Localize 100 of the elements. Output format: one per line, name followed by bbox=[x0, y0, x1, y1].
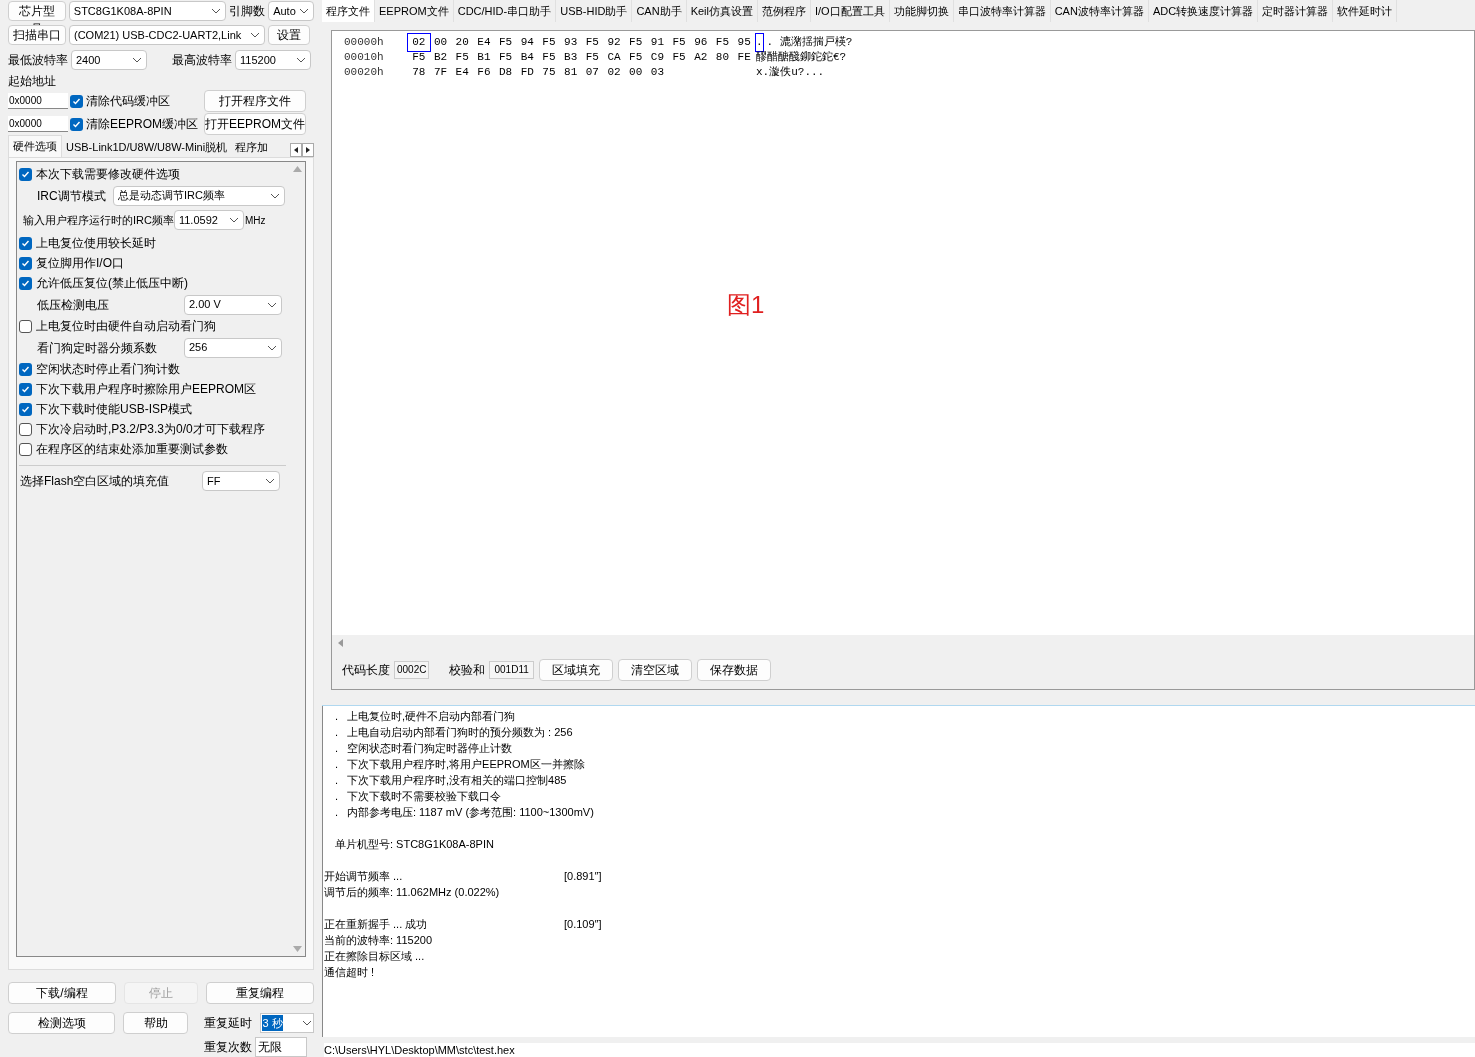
button[interactable]: 检测选项 bbox=[8, 1012, 116, 1034]
checkbox[interactable] bbox=[19, 402, 32, 416]
hex-byte[interactable]: F6 bbox=[473, 64, 495, 81]
hex-byte[interactable]: B1 bbox=[473, 49, 495, 66]
hex-byte[interactable]: 07 bbox=[581, 64, 604, 81]
checksum-value: 001D11 bbox=[489, 661, 534, 679]
chevron-down-icon bbox=[250, 32, 260, 38]
button[interactable]: 下载/编程 bbox=[8, 982, 116, 1004]
hex-byte[interactable]: 94 bbox=[516, 34, 539, 51]
check-icon bbox=[72, 119, 81, 129]
settings-button[interactable]: 设置 bbox=[268, 25, 310, 45]
pin-count-select[interactable]: Auto bbox=[268, 1, 314, 21]
check-icon bbox=[21, 169, 30, 179]
hex-byte[interactable]: F5 bbox=[711, 34, 734, 51]
hex-byte[interactable]: 92 bbox=[603, 34, 625, 51]
hex-byte[interactable]: F5 bbox=[624, 49, 647, 66]
checkbox[interactable] bbox=[19, 382, 32, 396]
fill-value-select[interactable]: FF bbox=[202, 471, 280, 491]
hex-byte[interactable]: F5 bbox=[668, 34, 690, 51]
option-select[interactable]: 256 bbox=[184, 337, 282, 358]
frequency-select[interactable]: 11.0592 bbox=[173, 210, 244, 230]
option-label: 下次下载用户程序时擦除用户EEPROM区 bbox=[36, 381, 256, 398]
hex-byte[interactable]: 95 bbox=[733, 34, 755, 51]
checkbox[interactable] bbox=[70, 117, 83, 131]
address-input[interactable]: 0x0000 bbox=[8, 116, 68, 132]
log-line: 空闲状态时看门狗定时器停止计数 bbox=[347, 741, 512, 756]
chip-select[interactable]: STC8G1K08A-8PIN bbox=[68, 1, 227, 21]
checkbox[interactable] bbox=[19, 256, 32, 270]
hex-byte[interactable]: E4 bbox=[451, 64, 474, 81]
hex-byte[interactable]: 78 bbox=[408, 64, 430, 81]
button[interactable]: 重复编程 bbox=[206, 982, 314, 1004]
hex-byte[interactable]: B4 bbox=[516, 49, 539, 66]
port-select[interactable]: (COM21) USB-CDC2-UART2,Link bbox=[69, 25, 265, 45]
button[interactable]: 帮助 bbox=[123, 1012, 189, 1034]
hex-byte[interactable]: 91 bbox=[646, 34, 669, 51]
hex-byte[interactable]: FE bbox=[733, 49, 755, 66]
hex-byte[interactable]: 93 bbox=[559, 34, 582, 51]
checkbox[interactable] bbox=[19, 236, 32, 250]
max-baud-select[interactable]: 115200 bbox=[235, 50, 311, 70]
checkbox[interactable] bbox=[19, 362, 32, 376]
hex-byte[interactable]: FD bbox=[516, 64, 539, 81]
hex-byte[interactable]: F5 bbox=[581, 49, 604, 66]
hex-byte[interactable]: 75 bbox=[538, 64, 560, 81]
checkbox[interactable] bbox=[19, 422, 32, 436]
horizontal-scrollbar[interactable] bbox=[332, 635, 1474, 651]
checkbox[interactable] bbox=[19, 319, 32, 333]
checkbox[interactable] bbox=[19, 276, 32, 290]
hex-byte[interactable]: 81 bbox=[559, 64, 582, 81]
hex-byte[interactable]: F5 bbox=[408, 49, 430, 66]
address-input[interactable]: 0x0000 bbox=[8, 93, 68, 109]
option-select[interactable]: 总是动态调节IRC频率 bbox=[113, 185, 285, 206]
hex-byte[interactable]: A2 bbox=[689, 49, 712, 66]
hex-byte[interactable]: F5 bbox=[494, 49, 517, 66]
hex-byte[interactable]: 7F bbox=[429, 64, 452, 81]
scan-port-button[interactable]: 扫描串口 bbox=[8, 25, 66, 45]
hex-byte[interactable]: E4 bbox=[473, 34, 495, 51]
hex-byte[interactable]: 03 bbox=[646, 64, 669, 81]
hex-byte[interactable]: 02 bbox=[408, 34, 430, 51]
hex-byte[interactable]: F5 bbox=[451, 49, 474, 66]
log-bullet: . bbox=[335, 757, 340, 772]
hex-byte[interactable]: 00 bbox=[429, 34, 452, 51]
hex-ascii: . 漉潴揺揣戸楧? bbox=[766, 35, 853, 51]
hex-byte[interactable]: F5 bbox=[668, 49, 690, 66]
hex-byte[interactable]: B3 bbox=[559, 49, 582, 66]
tab-scroll-right-icon[interactable] bbox=[302, 143, 314, 157]
checkbox[interactable] bbox=[19, 442, 32, 456]
tab[interactable]: 程序文件 bbox=[322, 0, 375, 22]
hex-byte[interactable]: D8 bbox=[494, 64, 517, 81]
log-line: 单片机型号: STC8G1K08A-8PIN bbox=[335, 838, 494, 850]
hex-byte[interactable]: C9 bbox=[646, 49, 669, 66]
hex-byte[interactable]: F5 bbox=[624, 34, 647, 51]
repeat-delay-select[interactable]: 3 秒 bbox=[260, 1013, 314, 1033]
button[interactable]: 清空区域 bbox=[617, 659, 692, 681]
option-select[interactable]: 2.00 V bbox=[184, 294, 282, 315]
hex-byte[interactable]: 96 bbox=[689, 34, 712, 51]
hex-byte[interactable]: CA bbox=[603, 49, 625, 66]
tab-scroll-left-icon[interactable] bbox=[290, 143, 302, 157]
button[interactable]: 打开程序文件 bbox=[204, 90, 306, 112]
chevron-down-icon bbox=[267, 344, 277, 351]
chevron-down-icon bbox=[296, 57, 306, 63]
hex-byte[interactable]: F5 bbox=[538, 34, 560, 51]
check-icon bbox=[72, 96, 81, 106]
hex-byte[interactable]: 00 bbox=[624, 64, 647, 81]
hex-byte[interactable]: F5 bbox=[538, 49, 560, 66]
log-line: 下次下载用户程序时,将用户EEPROM区一并擦除 bbox=[347, 757, 585, 772]
button[interactable]: 保存数据 bbox=[696, 659, 771, 681]
hex-byte[interactable]: 02 bbox=[603, 64, 625, 81]
tab[interactable]: 硬件选项 bbox=[8, 135, 62, 157]
hex-byte[interactable]: 80 bbox=[711, 49, 734, 66]
checkbox[interactable] bbox=[70, 94, 83, 108]
hex-byte[interactable]: 20 bbox=[451, 34, 474, 51]
repeat-count-select[interactable]: 无限 bbox=[255, 1037, 307, 1057]
chevron-down-icon bbox=[265, 478, 275, 484]
hex-byte[interactable]: F5 bbox=[581, 34, 604, 51]
hex-byte[interactable]: B2 bbox=[429, 49, 452, 66]
checkbox[interactable] bbox=[19, 167, 32, 181]
button[interactable]: 区域填充 bbox=[538, 659, 613, 681]
hex-byte[interactable]: F5 bbox=[494, 34, 517, 51]
button[interactable]: 打开EEPROM文件 bbox=[204, 113, 306, 135]
min-baud-select[interactable]: 2400 bbox=[71, 50, 147, 70]
